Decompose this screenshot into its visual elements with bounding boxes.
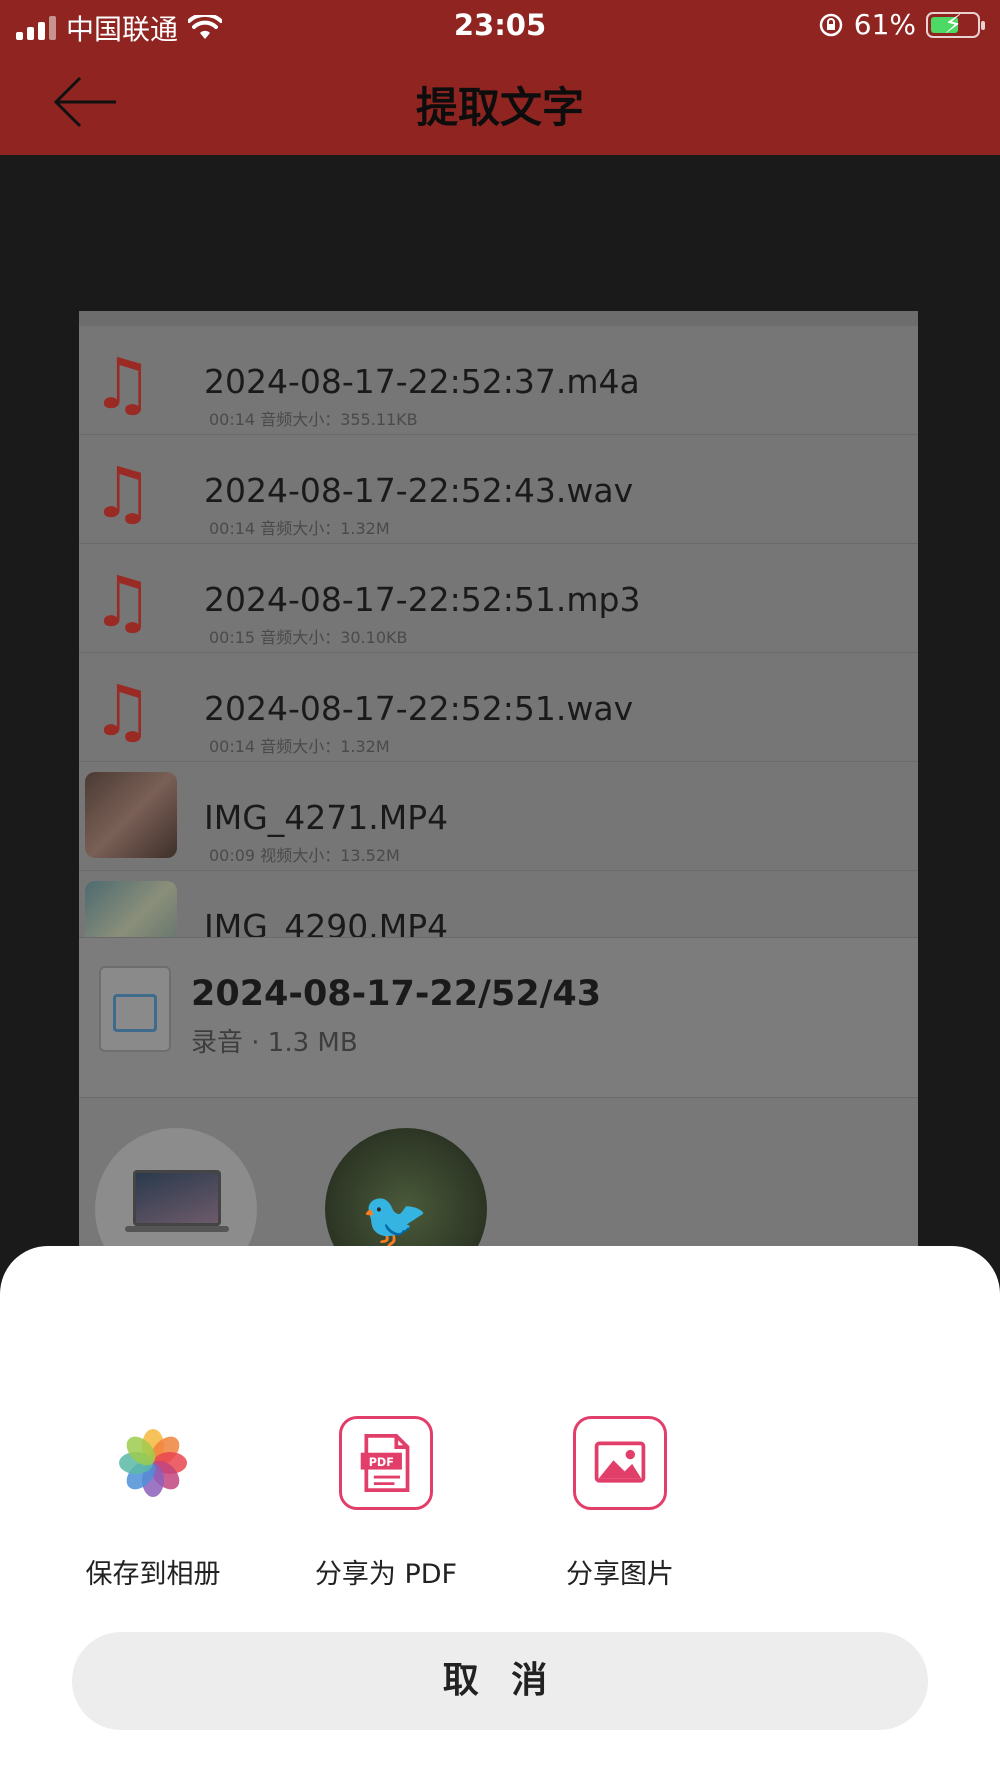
video-thumbnail <box>85 772 177 858</box>
audio-file-icon <box>99 966 171 1052</box>
file-list: ♫ 2024-08-17-22:52:37.m4a 00:14 音频大小：355.1… <box>79 326 918 980</box>
status-bar: 中国联通 23:05 61% ⚡ <box>0 0 1000 52</box>
file-name: IMG_4271.MP4 <box>204 798 449 837</box>
file-meta: 00:14 音频大小：1.32M <box>209 519 390 538</box>
file-name: 2024-08-17-22:52:37.m4a <box>204 362 640 401</box>
music-note-icon: ♫ <box>91 343 154 425</box>
image-icon <box>573 1416 667 1510</box>
cancel-button[interactable]: 取 消 <box>72 1632 928 1730</box>
share-sheet: 保存到相册 PDF 分享为 PDF 分享图片 取 消 <box>0 1246 1000 1778</box>
svg-text:PDF: PDF <box>369 1456 394 1469</box>
airdrop-row: 🐦 <box>79 1097 918 1271</box>
share-as-pdf-button[interactable]: PDF 分享为 PDF <box>286 1416 486 1591</box>
nav-bar: 提取文字 <box>0 52 1000 155</box>
photos-app-icon <box>119 1429 187 1497</box>
share-file-meta: 录音 · 1.3 MB <box>191 1028 358 1058</box>
file-row: ♫ 2024-08-17-22:52:51.wav 00:14 音频大小：1.32M <box>79 653 918 762</box>
file-row: ♫ 2024-08-17-22:52:43.wav 00:14 音频大小：1.32M <box>79 435 918 544</box>
share-image-button[interactable]: 分享图片 <box>520 1416 720 1591</box>
battery-charging-icon: ⚡ <box>926 9 985 40</box>
charging-bolt-icon: ⚡ <box>944 9 963 40</box>
rotation-lock-icon <box>819 13 843 36</box>
music-note-icon: ♫ <box>91 452 154 534</box>
extracted-image-preview: ♫ 2024-08-17-22:52:37.m4a 00:14 音频大小：355.1… <box>79 311 918 1271</box>
battery-percent: 61% <box>853 8 916 41</box>
music-note-icon: ♫ <box>91 561 154 643</box>
share-file-card: 2024-08-17-22/52/43 录音 · 1.3 MB <box>79 937 918 1097</box>
music-note-icon: ♫ <box>91 670 154 752</box>
share-image-label: 分享图片 <box>566 1559 674 1590</box>
file-name: 2024-08-17-22:52:43.wav <box>204 471 634 510</box>
file-row: ♫ 2024-08-17-22:52:51.mp3 00:15 音频大小：30.10… <box>79 544 918 653</box>
share-as-pdf-label: 分享为 PDF <box>314 1559 458 1590</box>
file-name: 2024-08-17-22:52:51.wav <box>204 689 634 728</box>
pdf-icon: PDF <box>339 1416 433 1510</box>
file-row: ♫ 2024-08-17-22:52:37.m4a 00:14 音频大小：355.1… <box>79 326 918 435</box>
page-title: 提取文字 <box>415 83 584 132</box>
save-to-album-button[interactable]: 保存到相册 <box>53 1416 253 1591</box>
file-meta: 00:09 视频大小：13.52M <box>209 846 400 865</box>
file-row: IMG_4271.MP4 00:09 视频大小：13.52M <box>79 762 918 871</box>
file-meta: 00:14 音频大小：1.32M <box>209 737 390 756</box>
preview-top-strip <box>79 311 918 326</box>
file-name: 2024-08-17-22:52:51.mp3 <box>204 580 641 619</box>
file-meta: 00:14 音频大小：355.11KB <box>209 410 418 429</box>
share-file-name: 2024-08-17-22/52/43 <box>191 974 602 1014</box>
file-meta: 00:15 音频大小：30.10KB <box>209 628 408 647</box>
save-to-album-label: 保存到相册 <box>85 1559 221 1590</box>
status-right: 61% ⚡ <box>818 8 985 41</box>
